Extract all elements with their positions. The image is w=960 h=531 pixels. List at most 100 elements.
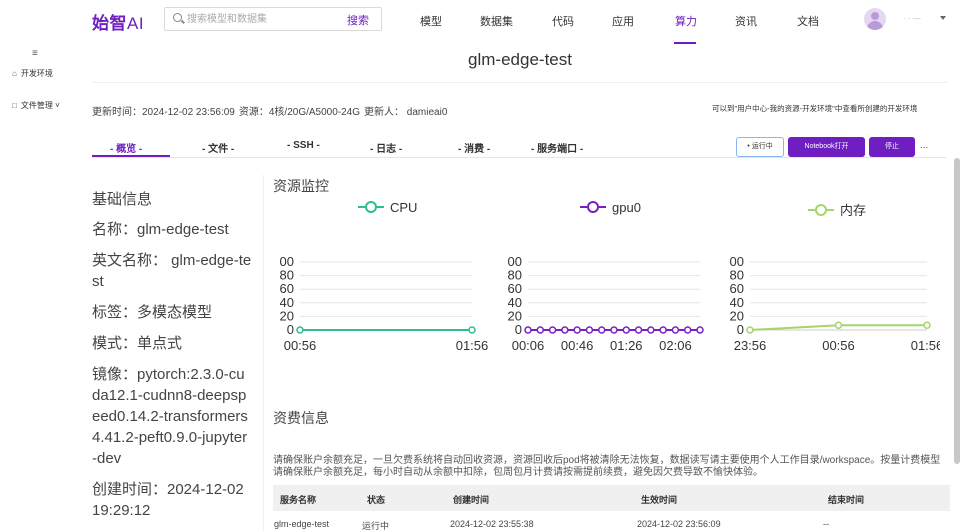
legend-cpu[interactable]: CPU	[358, 200, 417, 215]
search-icon	[173, 13, 182, 22]
tab-overview[interactable]: - 概览 -	[110, 140, 142, 155]
notebook-open-button[interactable]: Notebook打开	[788, 137, 865, 157]
updater: 更新人： damieai0	[364, 107, 448, 118]
y-tick-label: 20	[730, 308, 744, 323]
nav-item-apps[interactable]: 应用	[612, 13, 634, 29]
nav-item-compute[interactable]: 算力	[675, 13, 697, 29]
tabs-baseline	[92, 157, 946, 158]
sidebar-item-file-manager[interactable]: □ 文件管理 ˅	[12, 100, 60, 111]
nav-item-models[interactable]: 模型	[420, 13, 442, 29]
page-title: glm-edge-test	[468, 50, 572, 69]
avatar[interactable]	[864, 8, 886, 30]
menu-icon[interactable]: ≡	[32, 48, 38, 59]
y-tick-label: 0	[737, 322, 744, 337]
x-tick-label: 00:56	[822, 338, 855, 353]
billing-title: 资费信息	[273, 410, 329, 426]
legend-memory[interactable]: 内存	[808, 200, 866, 219]
billing-table-header: 服务名称 状态 创建时间 生效时间 结束时间	[273, 485, 950, 511]
data-point	[634, 326, 643, 334]
column-header: 结束时间	[828, 495, 865, 505]
y-tick-label: 80	[280, 268, 294, 283]
tab-ssh[interactable]: - SSH -	[287, 140, 320, 151]
billing-notice: 请确保账户余额充足，一旦欠费系统将自动回收资源，资源回收后pod将被清除无法恢复…	[273, 455, 941, 478]
x-tick-label: 01:56	[456, 338, 489, 353]
data-point	[468, 326, 476, 334]
chevron-down-icon[interactable]	[940, 16, 946, 20]
memory-chart: 020406080100 23:56 00:56 01:56	[730, 254, 940, 353]
x-tick-label: 00:46	[561, 338, 594, 353]
table-cell: 2024-12-02 23:56:09	[637, 519, 721, 529]
data-point	[683, 326, 692, 334]
data-point	[671, 326, 680, 334]
column-header: 状态	[367, 495, 386, 505]
nav-item-docs[interactable]: 文档	[797, 13, 819, 29]
x-tick-label: 23:56	[734, 338, 767, 353]
top-navbar: 始智AI 搜索 模型 数据集 代码 应用 算力 资讯 文档 · · —	[0, 0, 960, 44]
field-name: 名称：glm-edge-test	[92, 221, 229, 238]
y-tick-label: 60	[730, 281, 744, 296]
field-mode: 模式：单点式	[92, 335, 183, 352]
y-tick-label: 0	[515, 322, 522, 337]
tab-consumption[interactable]: - 消费 -	[458, 140, 490, 155]
nav-item-code[interactable]: 代码	[552, 13, 574, 29]
y-tick-label: 40	[730, 295, 744, 310]
sidebar: ≡ ⌂ 开发环境 □ 文件管理 ˅	[0, 44, 76, 531]
nav-item-datasets[interactable]: 数据集	[480, 13, 513, 29]
data-point	[622, 326, 631, 334]
sidebar-item-label: 开发环境	[20, 69, 53, 78]
gpu-chart: 020406080100 00:06 00:46 01:26 02:06	[508, 254, 704, 353]
field-english-name: 英文名称： glm-edge-test	[92, 252, 252, 290]
y-tick-label: 40	[280, 295, 294, 310]
folder-icon: □	[12, 101, 17, 110]
y-tick-label: 20	[280, 308, 294, 323]
search-button[interactable]: 搜索	[347, 12, 369, 28]
monitor-title: 资源监控	[273, 178, 329, 194]
sidebar-item-label: 文件管理 ˅	[20, 101, 60, 110]
search-input[interactable]	[187, 11, 327, 27]
y-tick-label: 0	[287, 322, 294, 337]
stop-button[interactable]: 停止	[869, 137, 915, 157]
y-tick-label: 60	[280, 281, 294, 296]
tab-files[interactable]: - 文件 -	[202, 140, 234, 155]
y-tick-label: 100	[508, 254, 522, 269]
y-tick-label: 100	[280, 254, 294, 269]
x-tick-label: 00:56	[284, 338, 317, 353]
status-badge: • 运行中	[736, 137, 784, 157]
update-time: 更新时间：2024-12-02 23:56:09	[92, 107, 235, 118]
data-point	[746, 326, 754, 334]
data-point	[296, 326, 304, 334]
y-tick-label: 80	[730, 268, 744, 283]
legend-gpu0[interactable]: gpu0	[580, 200, 641, 215]
more-icon[interactable]: ...	[920, 140, 928, 151]
data-point	[597, 326, 606, 334]
x-tick-label: 02:06	[659, 338, 692, 353]
home-icon: ⌂	[12, 69, 17, 78]
table-cell: 2024-12-02 23:55:38	[450, 519, 534, 529]
search-box: 搜索	[164, 7, 382, 31]
basic-info-panel: 基础信息 名称：glm-edge-test 英文名称： glm-edge-tes…	[92, 188, 252, 531]
table-cell: glm-edge-test	[274, 519, 330, 529]
vertical-divider	[263, 175, 264, 531]
legend-marker	[358, 201, 384, 213]
tab-logs[interactable]: - 日志 -	[370, 140, 402, 155]
data-point	[647, 326, 655, 334]
info-line: 更新时间：2024-12-02 23:56:09 资源：4核/20G/A5000-…	[92, 103, 451, 118]
basic-info-title: 基础信息	[92, 191, 153, 208]
logo[interactable]: 始智AI	[92, 9, 144, 34]
user-name[interactable]: · · —	[903, 14, 921, 23]
x-tick-label: 00:06	[512, 338, 545, 353]
data-point	[573, 326, 581, 334]
sidebar-item-dev-env[interactable]: ⌂ 开发环境	[12, 68, 53, 79]
data-point	[610, 326, 618, 334]
data-point	[561, 326, 569, 334]
data-point	[923, 321, 931, 329]
y-tick-label: 60	[508, 281, 522, 296]
data-point	[834, 321, 843, 329]
data-point	[585, 326, 594, 334]
scrollbar[interactable]	[954, 158, 960, 464]
column-header: 服务名称	[280, 495, 317, 505]
x-tick-label: 01:26	[610, 338, 643, 353]
tab-service-ports[interactable]: - 服务端口 -	[531, 140, 583, 155]
field-created: 创建时间：2024-12-02 19:29:12	[92, 481, 244, 519]
nav-item-news[interactable]: 资讯	[735, 13, 757, 29]
